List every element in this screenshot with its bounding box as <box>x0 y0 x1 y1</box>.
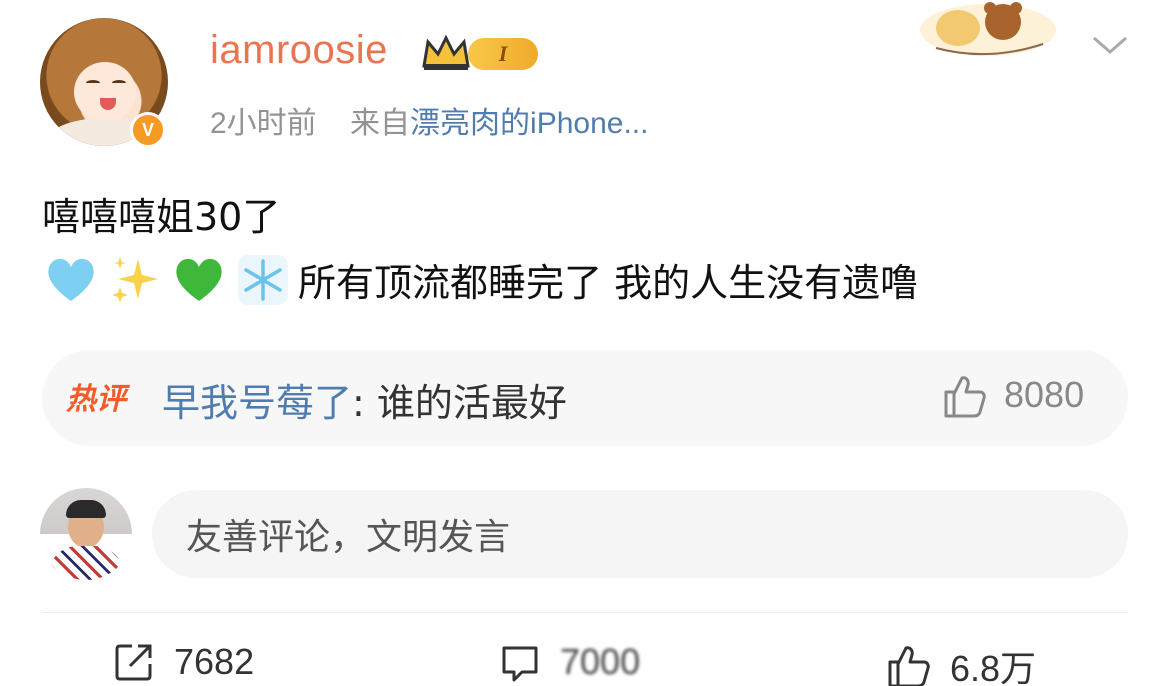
chevron-down-icon[interactable] <box>1090 30 1130 60</box>
comment-icon <box>502 646 538 682</box>
author-username[interactable]: iamroosie <box>210 28 388 73</box>
action-bar-divider <box>42 612 1128 613</box>
thumbs-up-icon[interactable] <box>940 372 988 420</box>
crown-icon <box>422 34 470 70</box>
post-meta: 2小时前 来自漂亮肉的iPhone... <box>210 98 648 142</box>
hot-comment-content: 早我号莓了: 谁的活最好 <box>162 372 567 427</box>
hot-comment-like-count: 8080 <box>1004 374 1085 415</box>
source-link[interactable]: 漂亮肉的iPhone... <box>410 107 648 140</box>
post-text-line-1: 嘻嘻嘻姐30了 <box>42 195 281 239</box>
source-prefix: 来自 <box>350 107 411 140</box>
snowflake-icon <box>234 253 292 307</box>
light-blue-heart-icon <box>42 253 100 307</box>
post-text-line-2-text: 所有顶流都睡完了 我的人生没有遗噜 <box>298 261 919 305</box>
hot-comment-text: 谁的活最好 <box>376 381 567 425</box>
hot-comment[interactable]: 热评 早我号莓了: 谁的活最好 8080 <box>42 350 1128 446</box>
repost-count: 7682 <box>174 641 255 682</box>
like-button[interactable]: 6.8万 <box>884 640 1036 686</box>
comment-input[interactable]: 友善评论，文明发言 <box>152 490 1128 578</box>
repost-icon <box>115 644 152 681</box>
thumbs-up-icon <box>888 646 930 686</box>
green-heart-icon <box>170 253 228 307</box>
hot-commenter-name[interactable]: 早我号莓了 <box>162 381 352 425</box>
comment-button[interactable]: 7000 <box>498 640 640 684</box>
hot-comment-label: 热评 <box>66 382 126 417</box>
comment-count: 7000 <box>560 641 641 682</box>
avatar-hair <box>66 500 106 518</box>
avatar-eye-right <box>112 80 126 86</box>
avatar-face <box>74 62 136 122</box>
verified-badge-icon: V <box>130 112 166 148</box>
post-time: 2小时前 <box>210 107 317 140</box>
bear-sticker-decoration <box>920 2 1056 56</box>
avatar-eye-left <box>86 80 100 86</box>
level-badge[interactable]: I <box>468 38 538 70</box>
current-user-avatar[interactable] <box>40 488 132 580</box>
like-count: 6.8万 <box>950 648 1037 686</box>
hot-comment-separator: : <box>352 381 377 425</box>
repost-button[interactable]: 7682 <box>112 640 254 684</box>
avatar-jacket <box>48 546 124 580</box>
sparkles-icon <box>106 253 164 307</box>
post-text-line-2: 所有顶流都睡完了 我的人生没有遗噜 <box>42 252 918 307</box>
